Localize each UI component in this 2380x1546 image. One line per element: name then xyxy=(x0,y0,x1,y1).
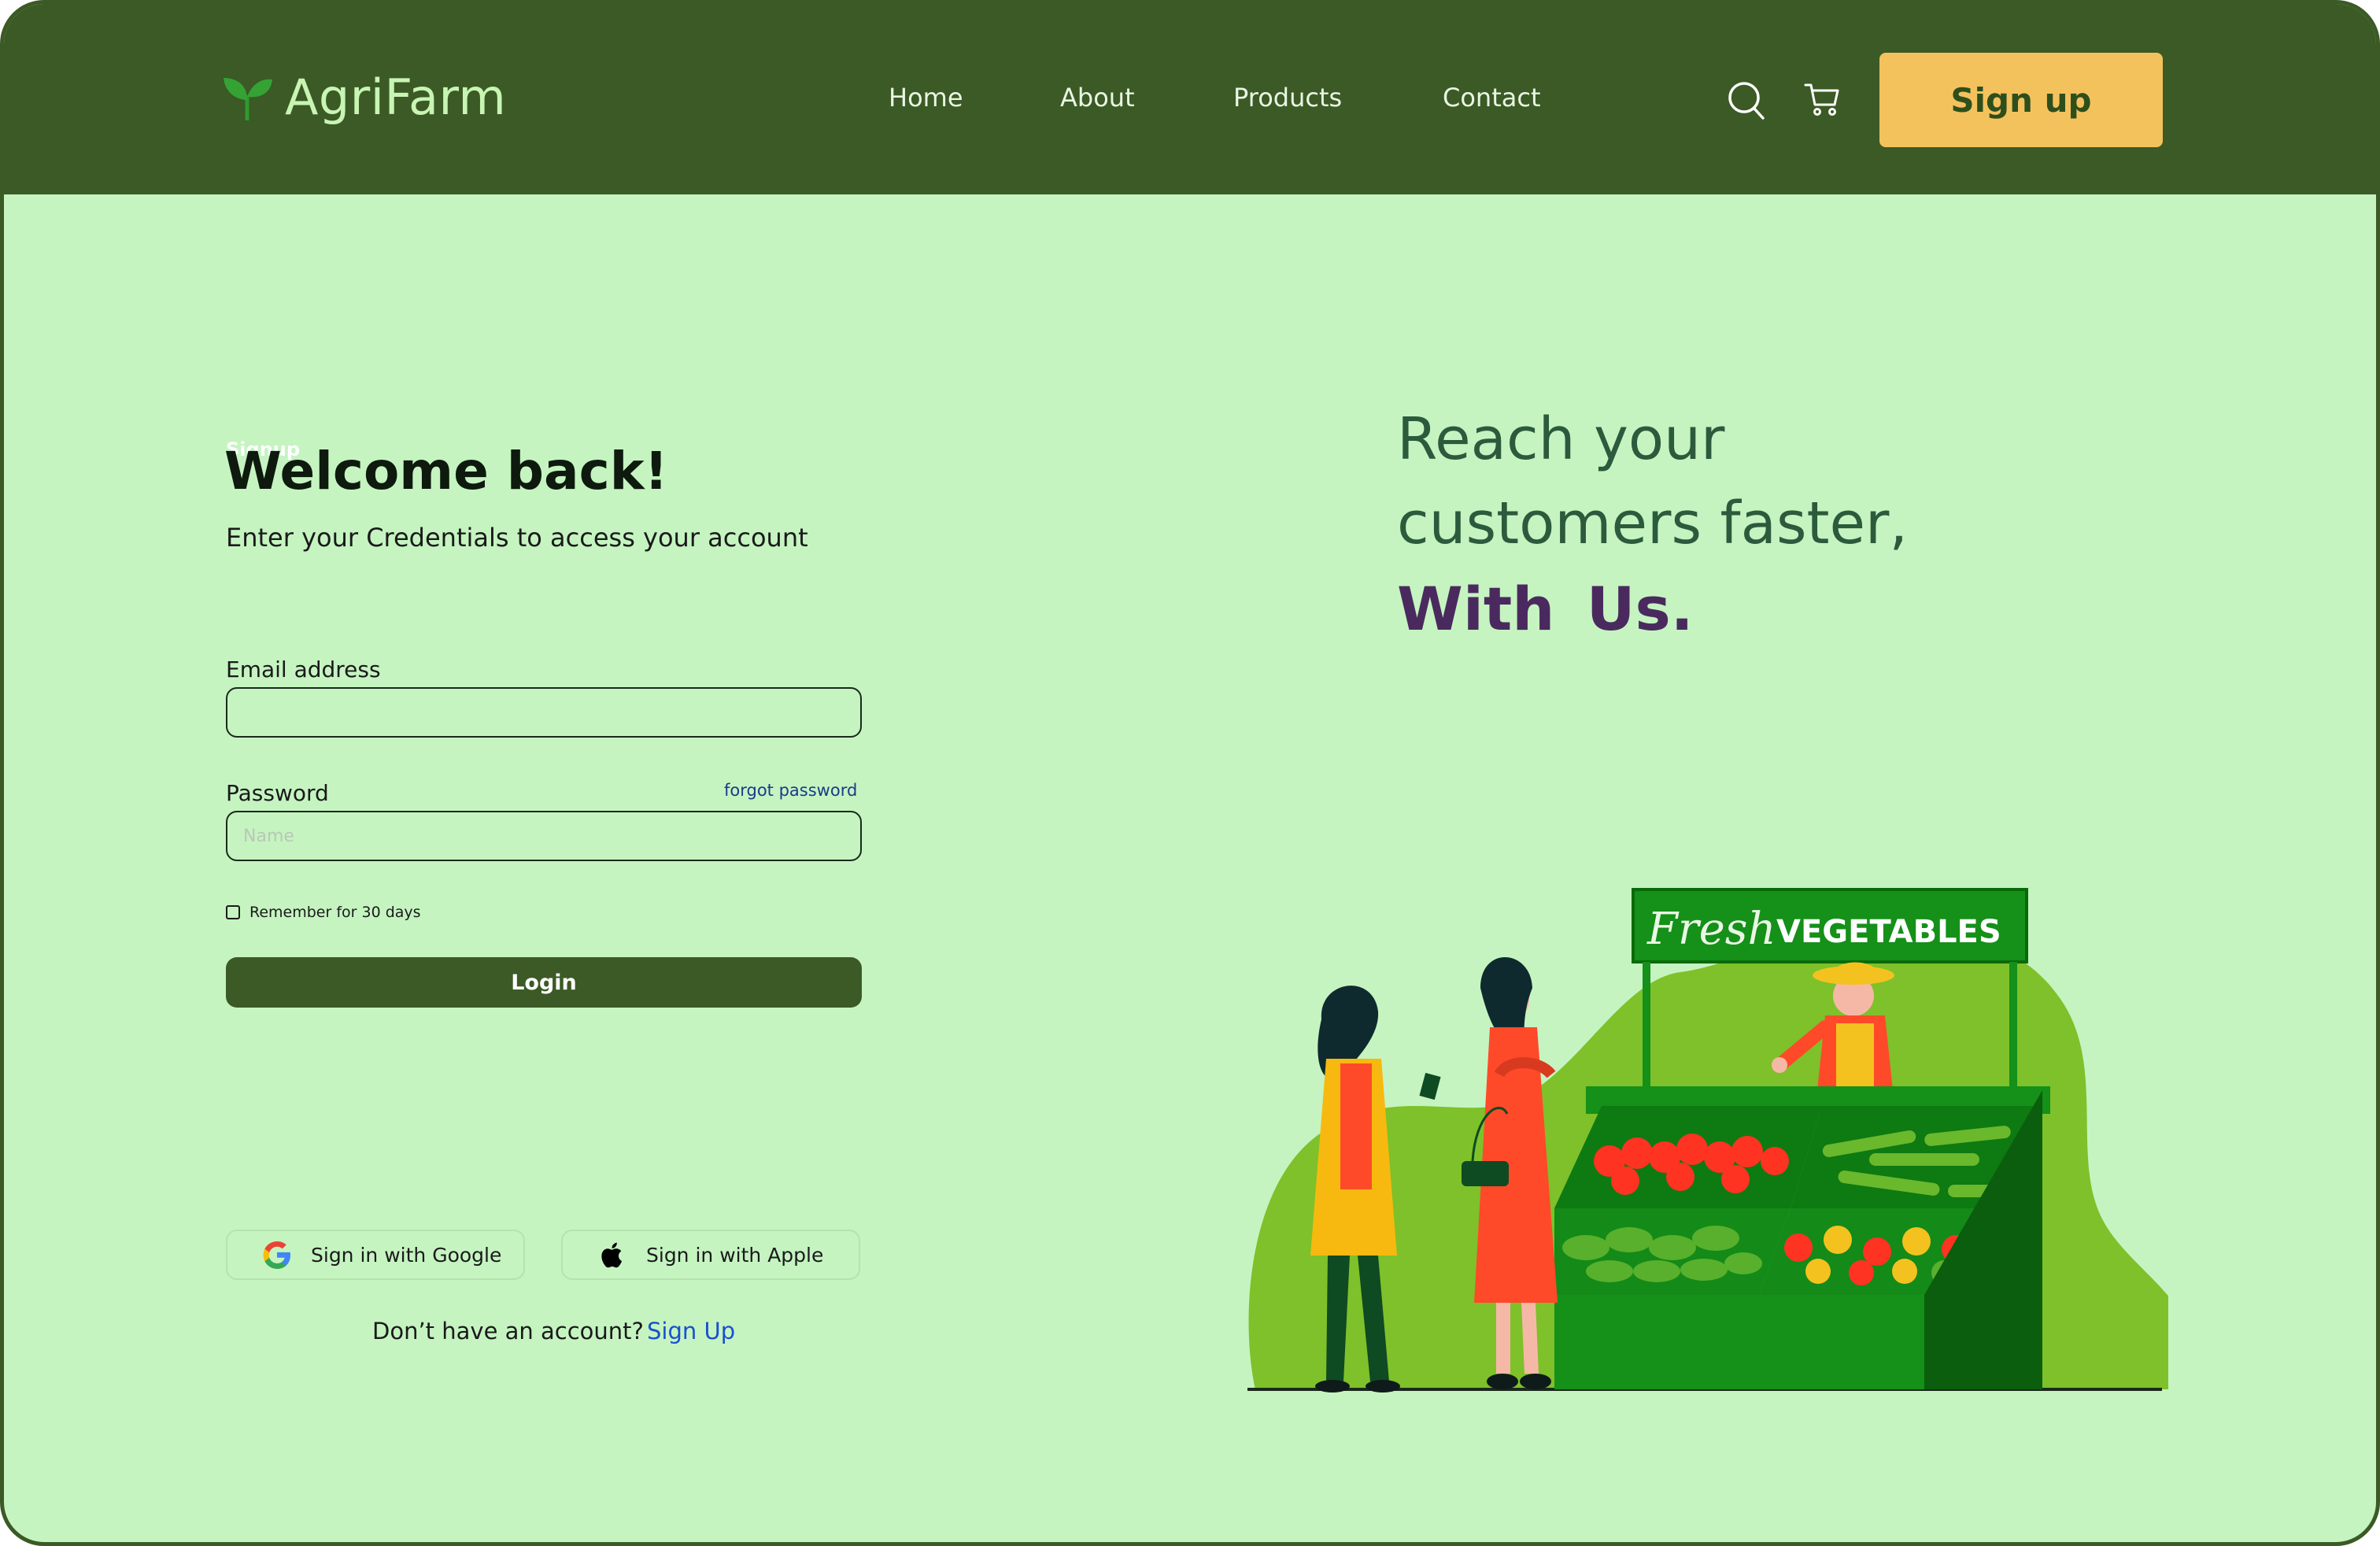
tagline-line-3: With Us. xyxy=(1397,574,1694,644)
page-title: Welcome back! xyxy=(224,441,668,501)
google-signin-button[interactable]: Sign in with Google xyxy=(226,1230,525,1280)
leaf-logo-icon xyxy=(224,77,272,120)
sign-text: VEGETABLES xyxy=(1776,914,2001,950)
brand-logo[interactable]: AgriFarm xyxy=(220,68,506,126)
password-label: Password xyxy=(226,780,329,806)
password-field[interactable] xyxy=(226,811,862,861)
remember-me[interactable]: Remember for 30 days xyxy=(226,904,421,921)
header-signup-button[interactable]: Sign up xyxy=(1879,53,2163,147)
apple-signin-button[interactable]: Sign in with Apple xyxy=(561,1230,860,1280)
login-button[interactable]: Login xyxy=(226,957,862,1008)
tagline-line-2: customers faster, xyxy=(1397,490,1908,557)
vegetable-market-illustration: Fresh VEGETABLES xyxy=(1247,888,2168,1393)
email-field[interactable] xyxy=(226,687,862,738)
brand-name: AgriFarm xyxy=(285,68,507,126)
google-icon xyxy=(263,1241,290,1269)
apple-signin-label: Sign in with Apple xyxy=(646,1243,824,1267)
top-navbar: AgriFarm Home About Products Contact Sig… xyxy=(4,4,2376,194)
app-window: AgriFarm Home About Products Contact Sig… xyxy=(0,0,2380,1546)
cart-icon[interactable] xyxy=(1803,81,1841,119)
no-account-text: Don’t have an account? xyxy=(372,1318,644,1344)
tagline-line-1: Reach your xyxy=(1397,405,1725,473)
search-icon[interactable] xyxy=(1728,81,1765,120)
nav-home[interactable]: Home xyxy=(889,83,963,113)
apple-icon xyxy=(601,1242,623,1268)
forgot-password-link[interactable]: forgot password xyxy=(724,781,857,800)
remember-label: Remember for 30 days xyxy=(249,904,421,921)
google-signin-label: Sign in with Google xyxy=(311,1243,502,1267)
email-label: Email address xyxy=(226,656,381,682)
sign-script-text: Fresh xyxy=(1646,904,1776,955)
page-subtitle: Enter your Credentials to access your ac… xyxy=(226,523,808,553)
nav-contact[interactable]: Contact xyxy=(1443,83,1541,113)
nav-about[interactable]: About xyxy=(1060,83,1135,113)
signup-link[interactable]: Sign Up xyxy=(647,1318,735,1344)
remember-checkbox[interactable] xyxy=(226,905,240,919)
nav-products[interactable]: Products xyxy=(1233,83,1342,113)
